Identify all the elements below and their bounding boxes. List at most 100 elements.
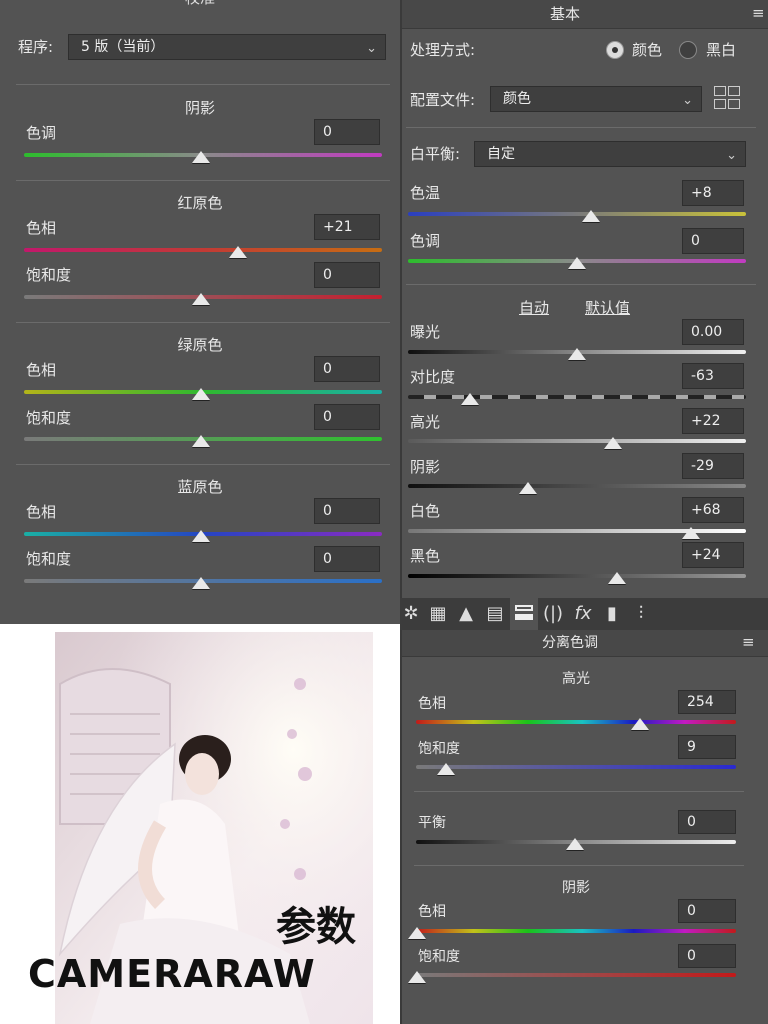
- panel-menu-icon[interactable]: ≡: [752, 4, 765, 22]
- hl-sat-slider[interactable]: [416, 765, 736, 769]
- sh-hue-value[interactable]: 0: [678, 899, 736, 923]
- hl-hue-slider[interactable]: [416, 720, 736, 724]
- sh-sat-label: 饱和度: [418, 949, 460, 965]
- exposure-value[interactable]: 0.00: [682, 319, 744, 345]
- hl-sat-value[interactable]: 9: [678, 735, 736, 759]
- profile-select[interactable]: 颜色 ⌄: [490, 86, 702, 112]
- contrast-thumb[interactable]: [461, 393, 479, 405]
- balance-value[interactable]: 0: [678, 810, 736, 834]
- chevron-down-icon: ⌄: [682, 93, 693, 108]
- process-select[interactable]: 5 版（当前） ⌄: [68, 34, 386, 60]
- process-value: 5 版（当前）: [81, 39, 165, 55]
- blue-primary-title: 蓝原色: [177, 478, 223, 496]
- whites-thumb[interactable]: [682, 527, 700, 539]
- blacks-value[interactable]: +24: [682, 542, 744, 568]
- divider: [414, 791, 744, 792]
- panel-menu-icon[interactable]: ≡: [742, 633, 755, 651]
- divider: [406, 284, 756, 285]
- blacks-label: 黑色: [410, 547, 441, 565]
- whites-value[interactable]: +68: [682, 497, 744, 523]
- shadow-tint-thumb[interactable]: [192, 151, 210, 163]
- blue-sat-thumb[interactable]: [192, 577, 210, 589]
- sh-sat-slider[interactable]: [416, 973, 736, 977]
- wb-value: 自定: [487, 146, 515, 162]
- green-hue-label: 色相: [26, 361, 57, 379]
- default-link[interactable]: 默认值: [585, 297, 630, 318]
- auto-link[interactable]: 自动: [519, 297, 549, 318]
- hl-hue-label: 色相: [418, 696, 446, 712]
- tint-value[interactable]: 0: [682, 228, 744, 254]
- profile-value: 颜色: [503, 91, 531, 107]
- film-icon[interactable]: ▮: [601, 603, 623, 625]
- hsl-icon[interactable]: ▤: [484, 603, 506, 625]
- tab-bar-right-gap: [664, 598, 768, 630]
- hl-sat-thumb[interactable]: [437, 763, 455, 775]
- hl-hue-value[interactable]: 254: [678, 690, 736, 714]
- sh-hue-thumb[interactable]: [408, 927, 426, 939]
- red-sat-label: 饱和度: [26, 266, 72, 284]
- highlights-value[interactable]: +22: [682, 408, 744, 434]
- sh-hue-slider[interactable]: [416, 929, 736, 933]
- grid-icon[interactable]: ▦: [427, 603, 449, 625]
- tint-label: 色调: [410, 232, 441, 250]
- split-toning-icon[interactable]: [510, 598, 538, 630]
- chevron-down-icon: ⌄: [366, 41, 377, 56]
- temp-value[interactable]: +8: [682, 180, 744, 206]
- whites-label: 白色: [410, 502, 441, 520]
- hl-sat-label: 饱和度: [418, 741, 460, 757]
- exposure-label: 曝光: [410, 323, 441, 341]
- aperture-icon[interactable]: ✲: [400, 603, 422, 625]
- blacks-slider[interactable]: [408, 574, 746, 578]
- green-sat-label: 饱和度: [26, 409, 72, 427]
- shadows-thumb[interactable]: [519, 482, 537, 494]
- wb-select[interactable]: 自定 ⌄: [474, 141, 746, 167]
- lens-icon[interactable]: (|): [542, 603, 564, 625]
- sh-sat-thumb[interactable]: [408, 971, 426, 983]
- red-sat-thumb[interactable]: [192, 293, 210, 305]
- temp-slider[interactable]: [408, 212, 746, 216]
- red-hue-thumb[interactable]: [229, 246, 247, 258]
- profile-browser-grid-icon[interactable]: [714, 86, 742, 112]
- shadow-tint-value[interactable]: 0: [314, 119, 380, 145]
- red-hue-value[interactable]: +21: [314, 214, 380, 240]
- mountain-icon[interactable]: ▲: [455, 603, 477, 625]
- shadows-value[interactable]: -29: [682, 453, 744, 479]
- photo-area: 参数 CAMERARAW: [0, 624, 400, 1024]
- shadow-tint-label: 色调: [26, 124, 57, 142]
- divider: [16, 84, 390, 85]
- blue-sat-value[interactable]: 0: [314, 546, 380, 572]
- process-label: 程序:: [18, 38, 54, 56]
- blacks-thumb[interactable]: [608, 572, 626, 584]
- hl-hue-thumb[interactable]: [631, 718, 649, 730]
- sh-sat-value[interactable]: 0: [678, 944, 736, 968]
- contrast-value[interactable]: -63: [682, 363, 744, 389]
- green-primary-title: 绿原色: [177, 336, 223, 354]
- highlights-slider[interactable]: [408, 439, 746, 443]
- sliders-icon[interactable]: ⫶: [630, 603, 652, 625]
- temp-thumb[interactable]: [582, 210, 600, 222]
- red-hue-slider[interactable]: [24, 248, 382, 252]
- sh-hue-label: 色相: [418, 904, 446, 920]
- contrast-slider[interactable]: [408, 395, 746, 399]
- balance-label: 平衡: [418, 815, 446, 831]
- fx-icon[interactable]: fx: [572, 603, 594, 625]
- divider: [16, 464, 390, 465]
- treatment-color-radio[interactable]: [606, 41, 624, 59]
- shadows-slider[interactable]: [408, 484, 746, 488]
- blue-hue-thumb[interactable]: [192, 530, 210, 542]
- red-sat-value[interactable]: 0: [314, 262, 380, 288]
- treatment-bw-radio[interactable]: [679, 41, 697, 59]
- divider: [16, 322, 390, 323]
- balance-thumb[interactable]: [566, 838, 584, 850]
- profile-label: 配置文件:: [410, 91, 476, 109]
- exposure-thumb[interactable]: [568, 348, 586, 360]
- green-hue-value[interactable]: 0: [314, 356, 380, 382]
- highlights-thumb[interactable]: [604, 437, 622, 449]
- treatment-color-label: 颜色: [632, 41, 663, 59]
- tint-thumb[interactable]: [568, 257, 586, 269]
- calibration-panel: 校准 程序: 5 版（当前） ⌄ 阴影 色调 0 红原色 色相 +21 饱和度 …: [0, 0, 400, 624]
- green-sat-thumb[interactable]: [192, 435, 210, 447]
- green-hue-thumb[interactable]: [192, 388, 210, 400]
- blue-hue-value[interactable]: 0: [314, 498, 380, 524]
- green-sat-value[interactable]: 0: [314, 404, 380, 430]
